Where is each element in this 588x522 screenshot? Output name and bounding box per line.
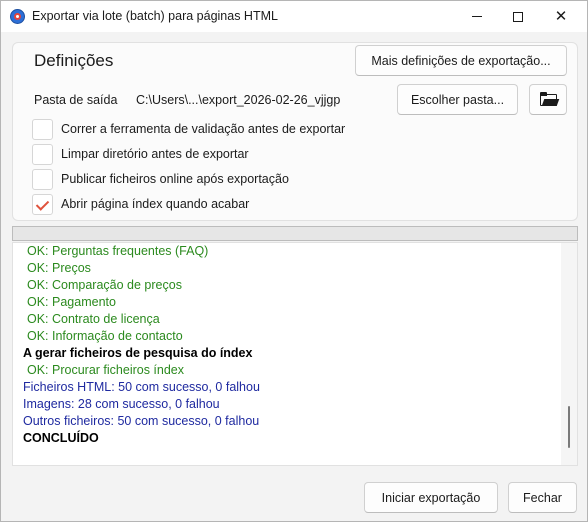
export-dialog: Exportar via lote (batch) para páginas H… — [0, 0, 588, 522]
app-logo-icon — [10, 9, 25, 24]
log-line: OK: Preços — [27, 261, 91, 275]
log-line: Imagens: 28 com sucesso, 0 falhou — [23, 397, 220, 411]
validate-checkbox[interactable] — [32, 118, 53, 140]
publish-online-checkbox[interactable] — [32, 168, 53, 190]
log-line: OK: Pagamento — [27, 295, 116, 309]
scroll-thumb[interactable] — [568, 406, 570, 448]
log-line: OK: Informação de contacto — [27, 329, 183, 343]
option-clean-row[interactable]: Limpar diretório antes de exportar — [32, 143, 249, 165]
folder-open-icon — [539, 92, 559, 106]
export-log[interactable]: OK: Perguntas frequentes (FAQ) OK: Preços… — [12, 242, 578, 466]
option-validate-row[interactable]: Correr a ferramenta de validação antes d… — [32, 118, 345, 140]
clean-dir-label: Limpar diretório antes de exportar — [61, 147, 249, 161]
choose-folder-button[interactable]: Escolher pasta... — [397, 84, 518, 115]
log-line: A gerar ficheiros de pesquisa do índex — [23, 346, 253, 360]
publish-online-label: Publicar ficheiros online após exportaçã… — [61, 172, 289, 186]
close-icon: ✕ — [554, 8, 568, 25]
validate-label: Correr a ferramenta de validação antes d… — [61, 122, 346, 136]
output-folder-path: C:\Users\...\export_2026-02-26_vjjgp — [136, 93, 341, 107]
open-index-label: Abrir página índex quando acabar — [61, 197, 250, 211]
log-lines: OK: Perguntas frequentes (FAQ) OK: Preços… — [23, 243, 260, 447]
clean-dir-checkbox[interactable] — [32, 143, 53, 165]
maximize-button[interactable] — [498, 1, 538, 32]
export-progress-bar — [12, 226, 578, 241]
close-button[interactable]: Fechar — [508, 482, 577, 513]
log-line: Outros ficheiros: 50 com sucesso, 0 falh… — [23, 414, 260, 428]
window-title: Exportar via lote (batch) para páginas H… — [32, 9, 278, 23]
log-line: CONCLUÍDO — [23, 431, 99, 445]
log-line: OK: Procurar ficheiros índex — [27, 363, 185, 377]
log-line: OK: Contrato de licença — [27, 312, 160, 326]
log-line: OK: Perguntas frequentes (FAQ) — [27, 244, 209, 258]
log-line: OK: Comparação de preços — [27, 278, 182, 292]
start-export-button[interactable]: Iniciar exportação — [364, 482, 498, 513]
settings-title: Definições — [34, 51, 114, 70]
settings-group: Definições Mais definições de exportação… — [12, 42, 578, 221]
option-open-index-row[interactable]: Abrir página índex quando acabar — [32, 193, 249, 215]
open-index-checkbox[interactable] — [32, 193, 53, 215]
output-folder-label: Pasta de saída — [34, 93, 118, 107]
title-bar: Exportar via lote (batch) para páginas H… — [1, 1, 587, 32]
close-window-button[interactable]: ✕ — [541, 1, 581, 32]
maximize-icon — [513, 11, 523, 22]
minimize-icon — [472, 16, 482, 17]
option-publish-row[interactable]: Publicar ficheiros online após exportaçã… — [32, 168, 289, 190]
minimize-button[interactable] — [457, 1, 497, 32]
log-scrollbar[interactable] — [561, 243, 577, 465]
log-line: Ficheiros HTML: 50 com sucesso, 0 falhou — [23, 380, 260, 394]
more-export-settings-button[interactable]: Mais definições de exportação... — [355, 45, 567, 76]
open-folder-button[interactable] — [529, 84, 567, 115]
